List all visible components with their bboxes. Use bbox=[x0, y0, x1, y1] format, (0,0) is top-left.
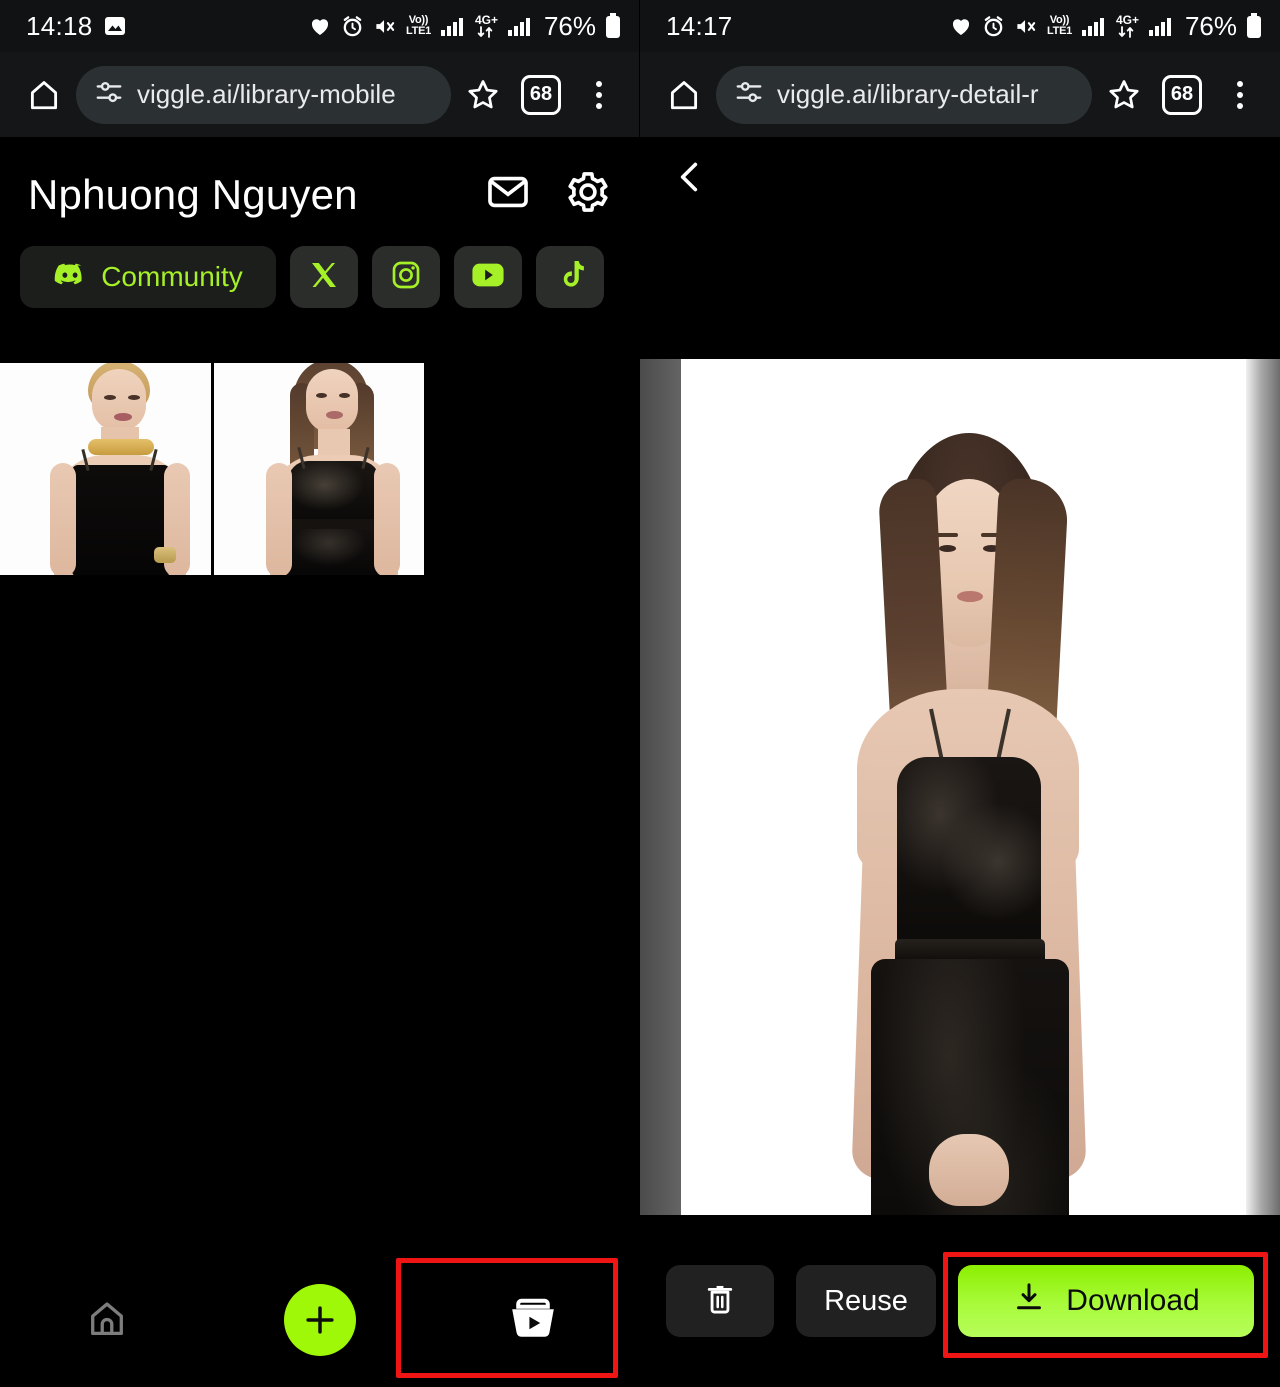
detail-action-bar: Reuse Download bbox=[640, 1215, 1280, 1387]
home-icon[interactable] bbox=[18, 69, 70, 121]
signal-bars-icon-2 bbox=[1148, 15, 1174, 37]
social-button-x[interactable] bbox=[290, 246, 358, 308]
preview-edge-right bbox=[1246, 359, 1280, 1352]
nav-item-home[interactable] bbox=[0, 1296, 213, 1345]
volte-indicator: Vo)) LTE1 bbox=[1047, 14, 1072, 37]
home-icon[interactable] bbox=[658, 69, 710, 121]
alarm-icon bbox=[341, 15, 364, 38]
delete-button[interactable] bbox=[666, 1265, 774, 1337]
dual-screenshot-container: 14:18 Vo)) LTE1 4G+ 76% viggle.ai/librar… bbox=[0, 0, 1280, 1387]
youtube-icon bbox=[471, 262, 505, 293]
plus-icon[interactable] bbox=[283, 1284, 356, 1356]
viggle-detail-app: viggle.ai Reuse bbox=[640, 137, 1280, 1387]
social-button-tiktok[interactable] bbox=[536, 246, 604, 308]
heart-icon bbox=[949, 14, 973, 38]
heart-icon bbox=[308, 14, 332, 38]
mail-icon[interactable] bbox=[485, 169, 531, 220]
battery-icon bbox=[1246, 13, 1262, 39]
network-type-icon: 4G+ bbox=[1116, 14, 1139, 38]
instagram-icon bbox=[390, 259, 422, 296]
media-preview[interactable]: viggle.ai bbox=[640, 359, 1280, 1352]
generated-figure bbox=[681, 359, 1246, 1352]
sidebar-item-community[interactable]: Community bbox=[20, 246, 276, 308]
community-label: Community bbox=[101, 261, 243, 292]
tab-count-button[interactable]: 68 bbox=[1156, 69, 1208, 121]
chevron-left-icon[interactable] bbox=[670, 157, 710, 202]
browser-toolbar: viggle.ai/library-detail-r 68 bbox=[640, 52, 1280, 137]
tab-count-label: 68 bbox=[1162, 74, 1202, 115]
kebab-menu-icon[interactable] bbox=[573, 69, 625, 121]
star-icon[interactable] bbox=[1098, 69, 1150, 121]
x-icon bbox=[308, 259, 340, 296]
battery-percent: 76% bbox=[1184, 10, 1237, 41]
social-button-instagram[interactable] bbox=[372, 246, 440, 308]
library-gallery bbox=[0, 363, 424, 575]
detail-header bbox=[640, 137, 1280, 221]
download-label: Download bbox=[1066, 1284, 1200, 1317]
thumbnail-image-1 bbox=[0, 363, 211, 575]
bottom-navigation bbox=[0, 1253, 639, 1387]
download-icon bbox=[1012, 1280, 1046, 1322]
preview-image: viggle.ai bbox=[681, 359, 1246, 1352]
nav-item-library[interactable] bbox=[426, 1290, 639, 1351]
download-button[interactable]: Download bbox=[958, 1265, 1254, 1337]
battery-icon bbox=[605, 13, 621, 39]
tab-count-label: 68 bbox=[521, 74, 561, 115]
status-time: 14:18 bbox=[26, 10, 93, 41]
signal-bars-icon-1 bbox=[440, 15, 466, 37]
discord-icon bbox=[53, 262, 87, 293]
status-bar: 14:18 Vo)) LTE1 4G+ 76% bbox=[0, 0, 639, 52]
profile-header: Nphuong Nguyen bbox=[0, 137, 639, 220]
signal-bars-icon-1 bbox=[1081, 15, 1107, 37]
mute-icon bbox=[1014, 15, 1038, 38]
browser-toolbar: viggle.ai/library-mobile 68 bbox=[0, 52, 639, 137]
network-type-icon: 4G+ bbox=[475, 14, 498, 38]
viggle-library-app: Nphuong Nguyen Community bbox=[0, 137, 639, 1387]
battery-percent: 76% bbox=[543, 10, 596, 41]
address-bar[interactable]: viggle.ai/library-detail-r bbox=[716, 65, 1092, 124]
page-title: Nphuong Nguyen bbox=[28, 170, 358, 218]
home-outline-icon bbox=[85, 1296, 129, 1345]
volte-indicator: Vo)) LTE1 bbox=[406, 14, 431, 37]
nav-item-create[interactable] bbox=[213, 1284, 426, 1356]
url-text: viggle.ai/library-mobile bbox=[137, 79, 396, 109]
mute-icon bbox=[373, 15, 397, 38]
gallery-thumbnail-1[interactable] bbox=[0, 363, 211, 575]
tab-count-button[interactable]: 68 bbox=[515, 69, 567, 121]
status-time: 14:17 bbox=[666, 10, 733, 41]
social-links-row: Community bbox=[0, 220, 639, 308]
signal-bars-icon-2 bbox=[507, 15, 533, 37]
tune-icon[interactable] bbox=[94, 77, 124, 112]
alarm-icon bbox=[982, 15, 1005, 38]
tune-icon[interactable] bbox=[734, 77, 764, 112]
url-text: viggle.ai/library-detail-r bbox=[777, 79, 1039, 109]
gear-icon[interactable] bbox=[565, 169, 611, 220]
screen-library-detail: 14:17 Vo)) LTE1 4G+ 76% viggle.ai/librar… bbox=[640, 0, 1280, 1387]
star-icon[interactable] bbox=[457, 69, 509, 121]
social-button-youtube[interactable] bbox=[454, 246, 522, 308]
tiktok-icon bbox=[555, 259, 585, 296]
reuse-button[interactable]: Reuse bbox=[796, 1265, 936, 1337]
reuse-label: Reuse bbox=[824, 1284, 908, 1317]
thumbnail-image-2 bbox=[214, 363, 424, 575]
library-basket-play-icon bbox=[503, 1290, 563, 1351]
screen-library-mobile: 14:18 Vo)) LTE1 4G+ 76% viggle.ai/librar… bbox=[0, 0, 640, 1387]
gallery-thumbnail-2[interactable] bbox=[214, 363, 424, 575]
status-bar: 14:17 Vo)) LTE1 4G+ 76% bbox=[640, 0, 1280, 52]
trash-icon bbox=[703, 1282, 737, 1321]
photo-icon bbox=[103, 14, 127, 38]
address-bar[interactable]: viggle.ai/library-mobile bbox=[76, 65, 451, 124]
kebab-menu-icon[interactable] bbox=[1214, 69, 1266, 121]
